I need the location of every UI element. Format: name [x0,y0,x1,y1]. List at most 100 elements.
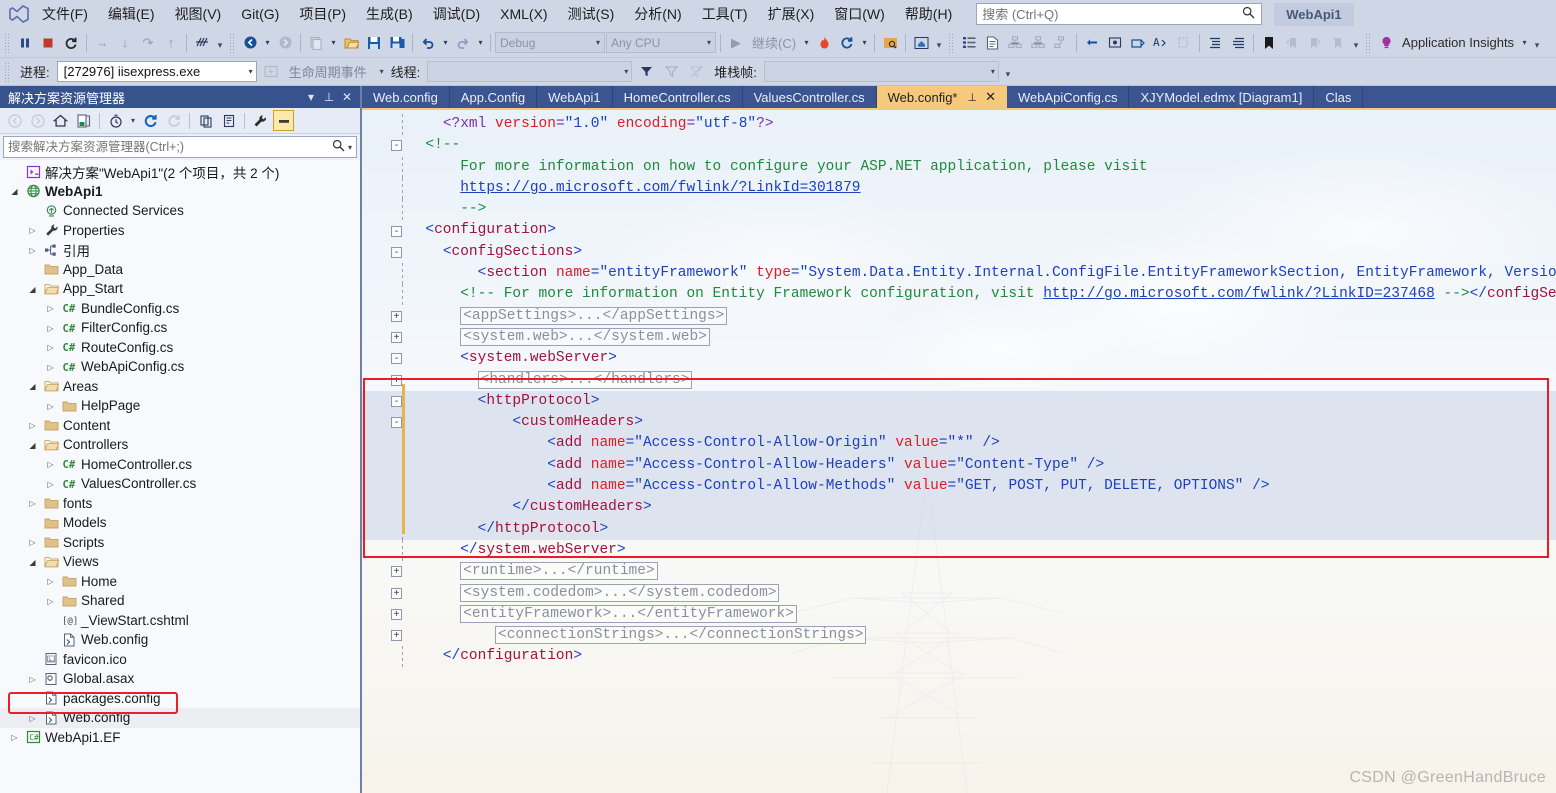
team-explorer-icon[interactable] [1050,32,1072,54]
thread-select[interactable]: ▾ [427,61,633,82]
expand-outline-icon[interactable]: + [391,332,402,344]
lifecycle-events-icon[interactable] [260,61,282,83]
tree-item-web.config[interactable]: Web.config [0,630,360,650]
menu-help[interactable]: 帮助(H) [895,1,962,27]
expander-icon[interactable]: ◢ [6,186,23,196]
expander-icon[interactable]: ◢ [24,440,41,450]
code-line[interactable]: <!-- For more information on Entity Fram… [362,284,1556,306]
expander-icon[interactable]: ◢ [24,381,41,391]
toolbar-overflow-icon-4[interactable]: ▾ [1531,32,1543,54]
menu-debug[interactable]: 调试(D) [423,1,490,27]
search-options-dropdown-icon[interactable]: ▾ [345,143,352,152]
refresh-icon[interactable] [140,110,161,131]
object-browser-icon[interactable] [1027,32,1049,54]
tree-item-favicon.ico[interactable]: favicon.ico [0,650,360,670]
menu-view[interactable]: 视图(V) [165,1,232,27]
properties-icon[interactable] [250,110,271,131]
back-icon[interactable] [4,110,25,131]
menu-xml[interactable]: XML(X) [490,3,557,25]
expander-icon[interactable]: ◢ [24,557,41,567]
continue-label[interactable]: 继续(C) [748,33,800,52]
tree-item-app_start[interactable]: ◢ App_Start [0,279,360,299]
application-insights-label[interactable]: Application Insights [1398,35,1518,50]
expand-outline-icon[interactable]: + [391,310,402,322]
collapse-outline-icon[interactable]: - [391,246,402,258]
menu-window[interactable]: 窗口(W) [824,1,895,27]
output-window-icon[interactable] [1104,32,1126,54]
solution-search-input[interactable] [8,140,332,154]
tree-item-app_data[interactable]: App_Data [0,260,360,280]
history-icon[interactable] [105,110,126,131]
expander-icon[interactable]: ▷ [24,420,41,430]
step-into-icon[interactable]: → [91,32,113,54]
menu-edit[interactable]: 编辑(E) [98,1,165,27]
code-line[interactable]: + <entityFramework>...</entityFramework> [362,604,1556,625]
home-icon[interactable] [50,110,71,131]
tree-item-webapi1[interactable]: ◢ WebApi1 [0,182,360,202]
forward-icon[interactable] [27,110,48,131]
filter-icon[interactable] [635,61,657,83]
code-line[interactable]: </configuration> [362,646,1556,668]
new-project-dropdown-icon[interactable]: ▾ [328,32,339,54]
expander-icon[interactable]: ▷ [42,596,59,606]
expander-icon[interactable]: ▷ [42,342,59,352]
code-line[interactable]: - <customHeaders> [362,412,1556,434]
expander-icon[interactable]: ▷ [42,479,59,489]
code-line[interactable]: <section name="entityFramework" type="Sy… [362,263,1556,285]
quick-launch-search[interactable] [976,3,1263,25]
editor-tab-valuescontroller.cs[interactable]: ValuesController.cs [743,86,877,108]
expand-outline-icon[interactable]: + [391,566,402,578]
expand-outline-icon[interactable]: + [391,608,402,620]
tree-item-areas[interactable]: ◢ Areas [0,377,360,397]
navigate-forward-icon[interactable] [274,32,296,54]
expander-icon[interactable]: ▷ [42,362,59,372]
tree-item-shared[interactable]: ▷ Shared [0,591,360,611]
close-icon[interactable]: ✕ [985,89,996,105]
redo-icon[interactable] [452,32,474,54]
expander-icon[interactable]: ▷ [42,303,59,313]
tree-item-models[interactable]: Models [0,513,360,533]
toolbar-overflow-icon-3[interactable]: ▾ [1350,32,1362,54]
navigate-back-icon[interactable] [239,32,261,54]
collapsed-region[interactable]: <appSettings>...</appSettings> [460,306,728,325]
save-icon[interactable] [363,32,385,54]
code-line[interactable]: For more information on how to configure… [362,156,1556,178]
expander-icon[interactable]: ▷ [24,245,41,255]
expander-icon[interactable]: ▷ [24,713,41,723]
pin-icon[interactable]: ⊥ [967,91,977,104]
new-project-icon[interactable] [305,32,327,54]
continue-play-icon[interactable]: ▶ [725,32,747,54]
step-out-icon[interactable]: ↷ [137,32,159,54]
solution-explorer-icon[interactable] [981,32,1003,54]
tree-item-scripts[interactable]: ▷ Scripts [0,533,360,553]
refresh-dropdown-icon[interactable]: ▾ [859,32,870,54]
toolbar-overflow-icon[interactable]: ▾ [214,32,226,54]
undo-dropdown-icon[interactable]: ▾ [440,32,451,54]
bookmark-icon[interactable] [1258,32,1280,54]
application-insights-dropdown-icon[interactable]: ▾ [1519,32,1530,54]
debugbar-grip[interactable] [4,61,11,82]
collapse-outline-icon[interactable]: - [391,396,402,407]
indent-icon[interactable] [1204,32,1226,54]
solution-configuration-select[interactable]: Debug ▾ [495,32,605,53]
code-line[interactable]: </httpProtocol> [362,518,1556,540]
chevron-down-icon[interactable]: ▾ [302,90,320,104]
properties-window-icon[interactable] [958,32,980,54]
restart-icon[interactable] [60,32,82,54]
tree-item--[interactable]: ▷ 引用 [0,240,360,260]
preview-selected-items-icon[interactable] [218,110,239,131]
step-return-icon[interactable]: ↑ [160,32,182,54]
collapse-outline-icon[interactable]: - [391,225,402,237]
code-line[interactable]: <?xml version="1.0" encoding="utf-8"?> [362,114,1556,136]
code-line[interactable]: <add name="Access-Control-Allow-Origin" … [362,433,1556,455]
toolbar-grip-3[interactable] [948,32,956,53]
continue-dropdown-icon[interactable]: ▾ [801,32,812,54]
editor-tab-web.config[interactable]: Web.config [362,86,450,108]
expander-icon[interactable]: ▷ [24,498,41,508]
menu-extensions[interactable]: 扩展(X) [758,1,825,27]
code-line[interactable]: + <system.web>...</system.web> [362,327,1556,348]
solution-platform-select[interactable]: Any CPU ▾ [606,32,716,53]
navigate-back-dropdown-icon[interactable]: ▾ [262,32,273,54]
pause-icon[interactable] [14,32,36,54]
expander-icon[interactable]: ▷ [24,537,41,547]
